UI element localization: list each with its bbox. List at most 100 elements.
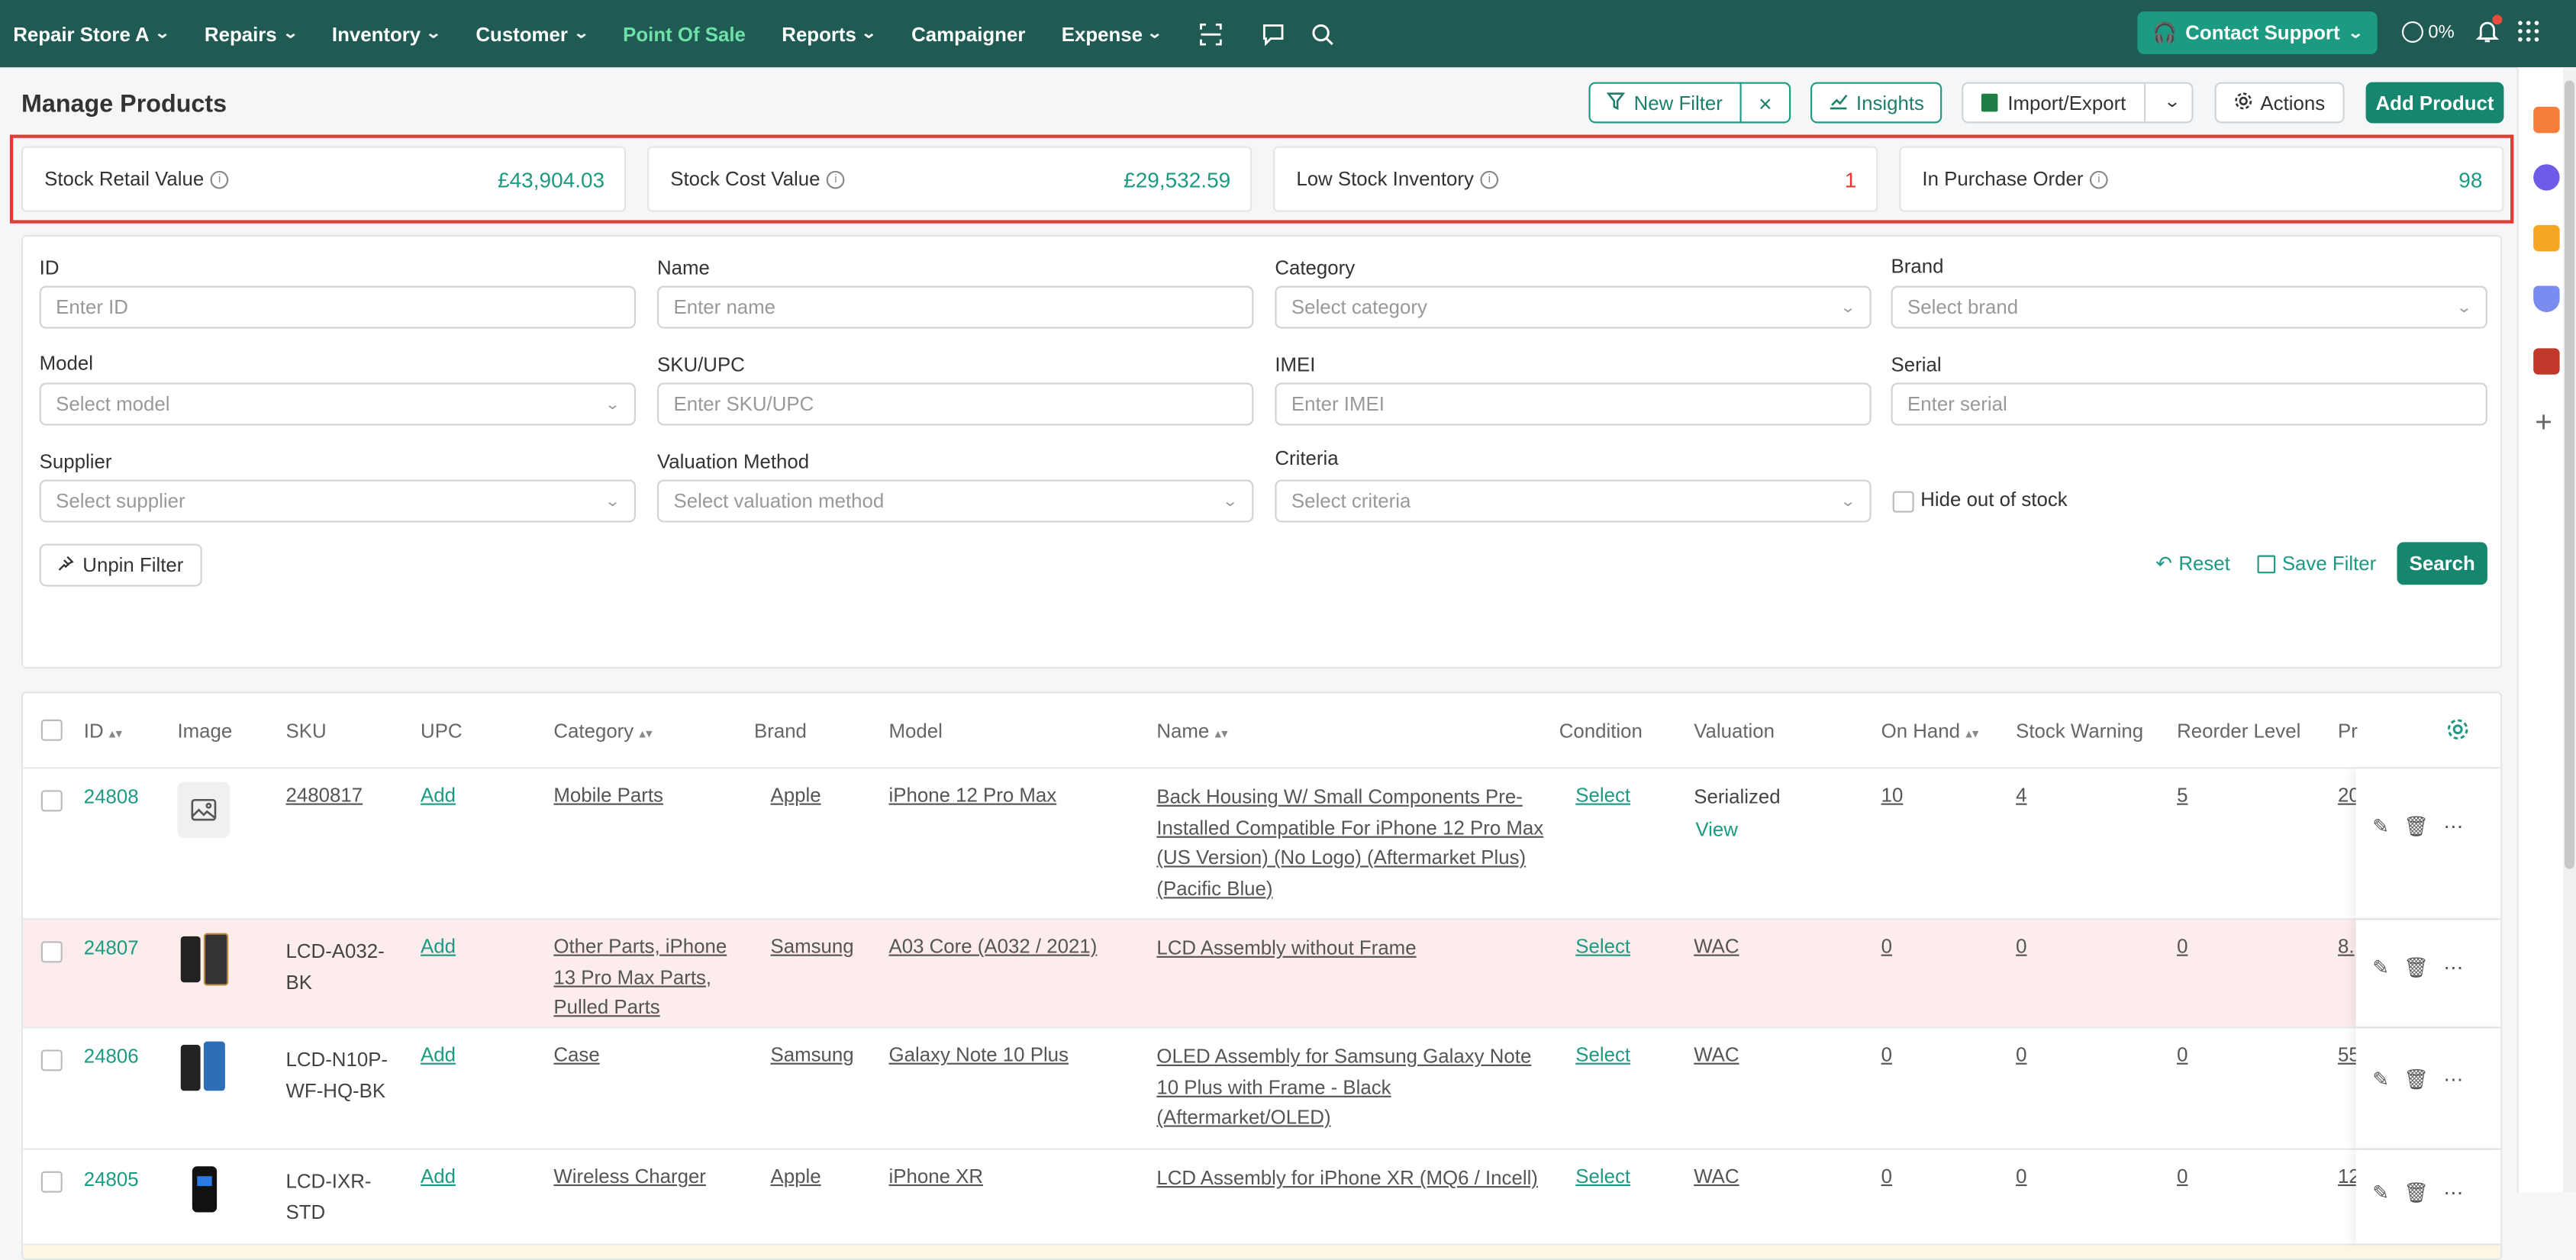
save-filter-button[interactable]: Save Filter [2257, 552, 2376, 575]
actions-button[interactable]: Actions [2214, 82, 2345, 124]
row-reorder-level[interactable]: 0 [2177, 1162, 2188, 1192]
edit-icon[interactable]: ✎ [2372, 956, 2389, 979]
row-model[interactable]: A03 Core (A032 / 2021) [889, 931, 1098, 962]
row-valuation-view-link[interactable]: View [1695, 815, 1738, 846]
row-model[interactable]: Galaxy Note 10 Plus [889, 1040, 1069, 1071]
row-id[interactable]: 24806 [84, 1042, 139, 1072]
hide-out-of-stock-checkbox[interactable] [1892, 491, 1914, 513]
row-valuation[interactable]: WAC [1694, 1040, 1739, 1071]
row-name[interactable]: LCD Assembly for iPhone XR (MQ6 / Incell… [1156, 1163, 1551, 1194]
apps-grid-icon[interactable] [2517, 20, 2540, 51]
select-all-checkbox[interactable] [40, 719, 63, 741]
add-product-button[interactable]: Add Product [2365, 82, 2504, 124]
insights-button[interactable]: Insights [1810, 82, 1942, 124]
serial-input[interactable]: Enter serial [1891, 382, 2487, 426]
row-name[interactable]: LCD Assembly without Frame [1156, 933, 1547, 964]
import-export-button[interactable]: Import/Export [1962, 82, 2146, 124]
more-icon[interactable]: ⋯ [2443, 956, 2463, 979]
nav-expense[interactable]: Expense ⌄ [1062, 22, 1164, 45]
row-price[interactable]: 8. [2338, 931, 2355, 962]
col-id[interactable]: ID ▴▾ [84, 720, 122, 743]
name-input[interactable]: Enter name [656, 285, 1254, 329]
supplier-select[interactable]: Select supplier ⌄ [39, 479, 637, 523]
edit-icon[interactable]: ✎ [2372, 815, 2389, 838]
row-reorder-level[interactable]: 0 [2177, 931, 2188, 962]
product-thumbnail[interactable] [177, 933, 230, 989]
row-valuation[interactable]: WAC [1694, 1162, 1739, 1192]
criteria-select[interactable]: Select criteria ⌄ [1275, 479, 1872, 523]
note-icon[interactable] [2533, 224, 2560, 252]
stat-value[interactable]: 98 [2458, 166, 2482, 191]
row-condition-select[interactable]: Select [1575, 780, 1630, 810]
trash-icon[interactable]: 🗑 [2404, 956, 2429, 979]
placeholder-image-icon[interactable] [177, 781, 231, 838]
row-reorder-level[interactable]: 0 [2177, 1040, 2188, 1071]
col-category[interactable]: Category ▴▾ [553, 720, 652, 743]
row-id[interactable]: 24808 [84, 782, 139, 813]
progress-indicator[interactable]: 0% [2401, 21, 2455, 43]
product-thumbnail[interactable] [187, 1163, 240, 1219]
row-name[interactable]: OLED Assembly for Samsung Galaxy Note 10… [1156, 1042, 1547, 1133]
row-checkbox[interactable] [40, 941, 63, 963]
nav-reports[interactable]: Reports ⌄ [782, 22, 877, 45]
nav-repairs[interactable]: Repairs ⌄ [205, 22, 298, 45]
column-settings-gear-icon[interactable] [2446, 718, 2469, 749]
row-category[interactable]: Mobile Parts [553, 780, 663, 810]
imei-input[interactable]: Enter IMEI [1275, 382, 1872, 426]
sku-input[interactable]: Enter SKU/UPC [656, 382, 1254, 426]
row-upc-add-link[interactable]: Add [421, 931, 456, 962]
row-brand[interactable]: Samsung [771, 1040, 854, 1071]
notifications-bell-icon[interactable] [2475, 15, 2503, 53]
row-model[interactable]: iPhone XR [889, 1162, 983, 1192]
stat-value[interactable]: 1 [1845, 166, 1857, 191]
trash-icon[interactable]: 🗑 [2404, 1068, 2429, 1091]
row-checkbox[interactable] [40, 1171, 63, 1193]
row-checkbox[interactable] [40, 1049, 63, 1071]
info-icon[interactable]: i [1480, 171, 1499, 190]
row-on-hand[interactable]: 0 [1881, 1040, 1892, 1071]
app-icon[interactable] [2533, 348, 2560, 375]
row-stock-warning[interactable]: 4 [2016, 780, 2026, 810]
nav-customer[interactable]: Customer ⌄ [476, 22, 588, 45]
shield-icon[interactable] [2533, 285, 2560, 312]
row-id[interactable]: 24805 [84, 1165, 139, 1195]
page-scrollbar[interactable] [2562, 67, 2576, 1193]
more-icon[interactable]: ⋯ [2443, 1068, 2463, 1091]
category-select[interactable]: Select category ⌄ [1275, 285, 1872, 329]
row-brand[interactable]: Apple [771, 780, 821, 810]
row-model[interactable]: iPhone 12 Pro Max [889, 780, 1057, 810]
info-icon[interactable]: i [210, 171, 229, 190]
row-brand[interactable]: Samsung [771, 931, 854, 962]
nav-inventory[interactable]: Inventory ⌄ [332, 22, 442, 45]
row-stock-warning[interactable]: 0 [2016, 1162, 2026, 1192]
new-filter-button[interactable]: New Filter [1588, 82, 1742, 124]
chat-icon[interactable] [1260, 21, 1286, 47]
gift-icon[interactable] [2533, 106, 2560, 134]
nav-campaigner[interactable]: Campaigner [911, 22, 1025, 45]
reset-button[interactable]: ↶ Reset [2155, 552, 2230, 575]
row-name[interactable]: Back Housing W/ Small Components Pre-Ins… [1156, 782, 1547, 904]
search-icon[interactable] [1310, 21, 1336, 47]
store-selector[interactable]: Repair Store A ⌄ [13, 22, 170, 45]
row-checkbox[interactable] [40, 790, 63, 812]
row-valuation[interactable]: WAC [1694, 931, 1739, 962]
brand-select[interactable]: Select brand ⌄ [1891, 285, 2487, 329]
chat-bubbles-icon[interactable] [2533, 164, 2560, 191]
row-condition-select[interactable]: Select [1575, 1040, 1630, 1071]
row-upc-add-link[interactable]: Add [421, 1040, 456, 1071]
col-on-hand[interactable]: On Hand ▴▾ [1881, 720, 1979, 743]
info-icon[interactable]: i [827, 171, 845, 190]
trash-icon[interactable]: 🗑 [2404, 815, 2429, 838]
clear-filter-button[interactable]: × [1739, 82, 1791, 124]
unpin-filter-button[interactable]: Unpin Filter [39, 543, 202, 587]
scan-icon[interactable] [1198, 21, 1224, 47]
import-export-dropdown[interactable]: ⌄ [2144, 82, 2194, 124]
row-category[interactable]: Case [553, 1040, 599, 1071]
info-icon[interactable]: i [2090, 171, 2108, 190]
id-input[interactable]: Enter ID [39, 285, 637, 329]
row-brand[interactable]: Apple [771, 1162, 821, 1192]
edit-icon[interactable]: ✎ [2372, 1068, 2389, 1091]
nav-point-of-sale[interactable]: Point Of Sale [623, 22, 746, 45]
row-on-hand[interactable]: 10 [1881, 780, 1904, 810]
product-thumbnail[interactable] [177, 1041, 230, 1097]
